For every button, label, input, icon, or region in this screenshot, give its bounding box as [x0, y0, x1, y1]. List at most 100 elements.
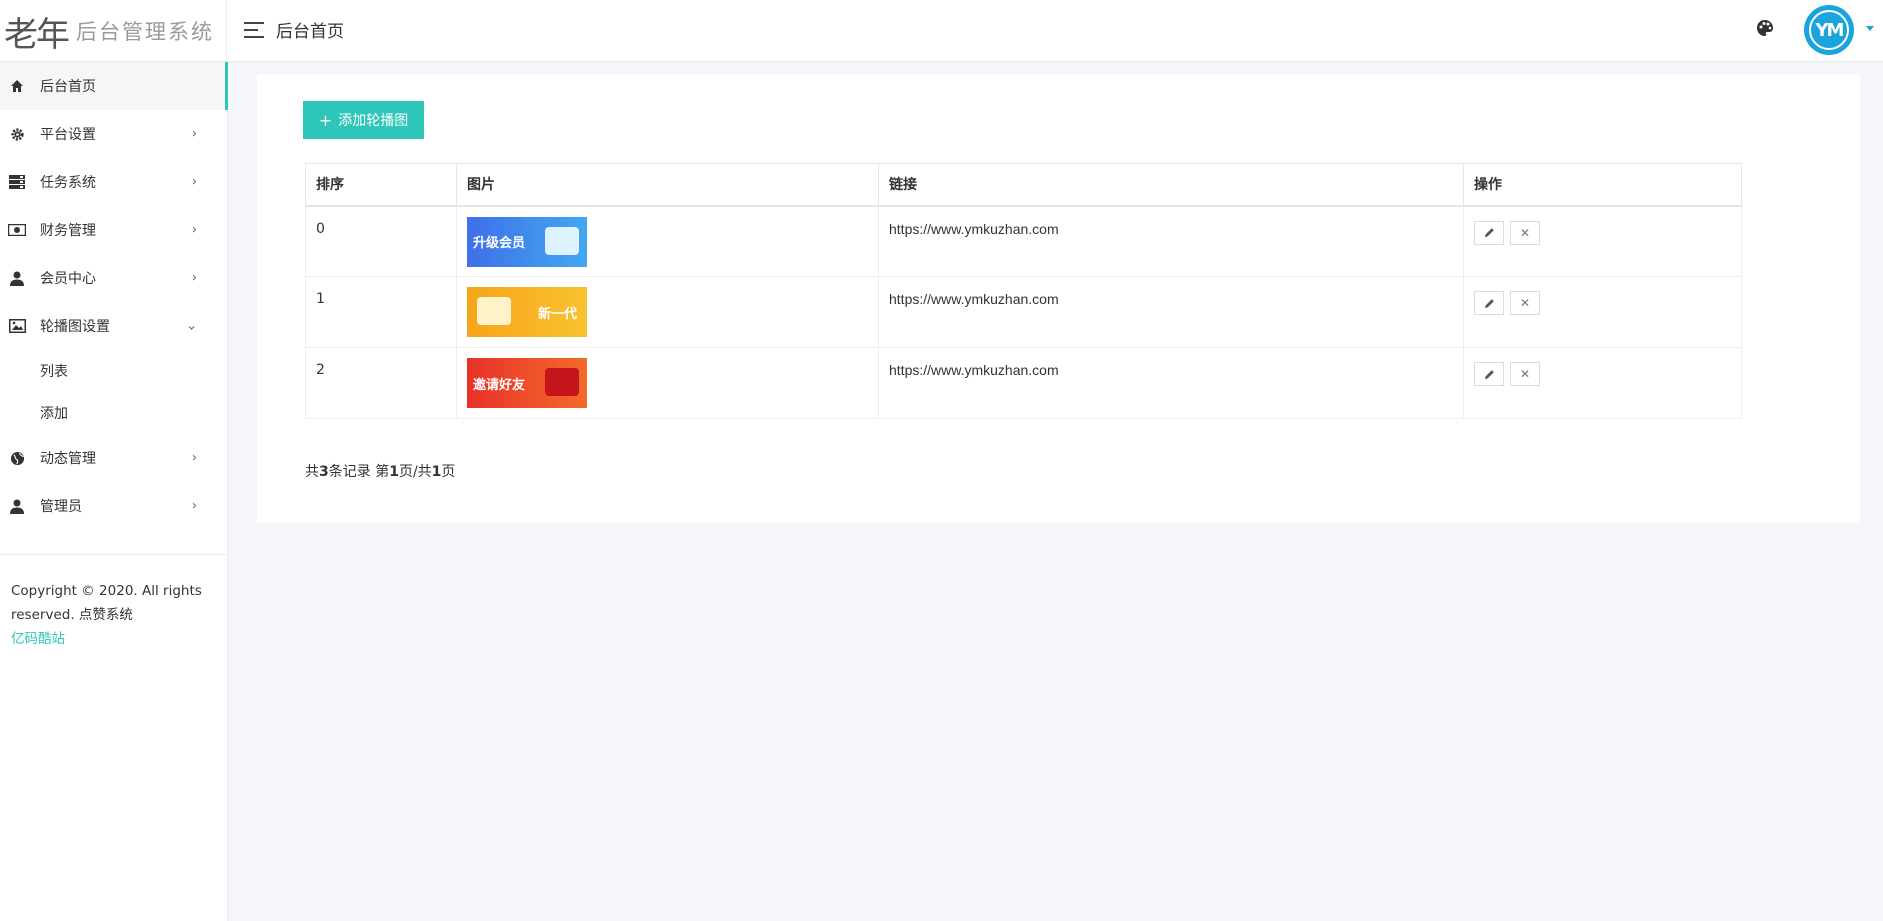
sidebar-subitem-add[interactable]: 添加	[0, 392, 227, 434]
cell-actions: ✕	[1463, 205, 1742, 277]
top-header: 老年 后台管理系统 后台首页 YM	[0, 0, 1883, 62]
chevron-right-icon: ›	[191, 270, 197, 286]
sidebar-item-label: 平台设置	[40, 127, 96, 143]
sidebar-item-label: 后台首页	[40, 79, 96, 95]
sidebar-item-feed-management[interactable]: 动态管理 ›	[0, 434, 227, 482]
logo[interactable]: 老年 后台管理系统	[0, 0, 227, 62]
chevron-right-icon: ›	[191, 222, 197, 238]
chevron-right-icon: ›	[191, 126, 197, 142]
home-icon	[8, 77, 26, 95]
pager-total: 3	[319, 464, 329, 480]
chevron-right-icon: ›	[191, 498, 197, 514]
content-card: + 添加轮播图 排序 图片 链接 操作 0 升级会员 https://www.y	[257, 75, 1860, 523]
table-header-row: 排序 图片 链接 操作	[305, 163, 1742, 207]
edit-button[interactable]	[1474, 362, 1504, 386]
sidebar-item-carousel-settings[interactable]: 轮播图设置 ⌄	[0, 302, 227, 350]
chevron-right-icon: ›	[191, 174, 197, 190]
pager-page: 1	[389, 464, 399, 480]
avatar-initials: YM	[1809, 10, 1849, 50]
cell-link: https://www.ymkuzhan.com	[878, 347, 1464, 419]
pager-pages: 1	[431, 464, 442, 480]
banner-thumbnail[interactable]: 升级会员	[467, 216, 587, 267]
sidebar: 后台首页 平台设置 › 任务系统 › 财务管理 › 会员中心 › 轮播图设置 ⌄	[0, 62, 228, 921]
table-row: 2 邀请好友 https://www.ymkuzhan.com ✕	[305, 347, 1742, 419]
add-carousel-button[interactable]: + 添加轮播图	[303, 101, 424, 139]
gear-icon	[8, 125, 26, 143]
footer-link[interactable]: 亿码酷站	[11, 627, 215, 651]
column-header-image: 图片	[456, 163, 879, 207]
image-icon	[8, 317, 26, 335]
delete-button[interactable]: ✕	[1510, 362, 1540, 386]
cell-order: 1	[305, 276, 457, 348]
cell-order: 0	[305, 205, 457, 277]
copyright: Copyright © 2020. All rights reserved. 点…	[0, 555, 227, 651]
copyright-text: Copyright © 2020. All rights reserved. 点…	[11, 583, 202, 623]
cell-actions: ✕	[1463, 347, 1742, 419]
menu-toggle-button[interactable]: 后台首页	[244, 17, 344, 42]
logo-text: 后台管理系统	[76, 20, 214, 44]
column-header-actions: 操作	[1463, 163, 1742, 207]
sidebar-item-label: 财务管理	[40, 223, 96, 239]
admin-user-icon	[8, 497, 26, 515]
pager-mid1: 条记录 第	[328, 464, 390, 480]
sidebar-subitem-list[interactable]: 列表	[0, 350, 227, 392]
banner-graphic	[545, 226, 579, 255]
edit-button[interactable]	[1474, 220, 1504, 245]
sidebar-item-label: 轮播图设置	[40, 319, 110, 335]
sidebar-item-label: 任务系统	[40, 175, 96, 191]
close-icon: ✕	[1519, 225, 1531, 240]
close-icon: ✕	[1519, 296, 1531, 310]
banner-text: 邀请好友	[473, 377, 526, 393]
banner-graphic	[545, 368, 579, 396]
banner-thumbnail[interactable]: 邀请好友	[467, 358, 587, 408]
close-icon: ✕	[1519, 367, 1531, 381]
palette-icon[interactable]	[1755, 18, 1775, 38]
column-header-link: 链接	[878, 163, 1464, 207]
delete-button[interactable]: ✕	[1510, 291, 1540, 315]
plus-icon: +	[318, 110, 333, 130]
sidebar-item-label: 动态管理	[40, 451, 96, 467]
sidebar-item-task-system[interactable]: 任务系统 ›	[0, 158, 227, 206]
sidebar-item-label: 管理员	[40, 499, 82, 515]
chevron-down-icon[interactable]	[1866, 26, 1874, 31]
page-title: 后台首页	[276, 22, 344, 42]
logo-mark: 老年	[4, 14, 70, 55]
column-header-order: 排序	[305, 163, 457, 207]
sidebar-item-dashboard[interactable]: 后台首页	[0, 62, 228, 110]
pager-prefix: 共	[305, 464, 319, 480]
sidebar-item-admin[interactable]: 管理员 ›	[0, 482, 227, 530]
sidebar-item-finance[interactable]: 财务管理 ›	[0, 206, 227, 254]
sidebar-item-member-center[interactable]: 会员中心 ›	[0, 254, 227, 302]
globe-icon	[8, 449, 26, 467]
pager-mid2: 页/共	[398, 464, 432, 480]
pencil-icon	[1484, 369, 1494, 379]
cell-actions: ✕	[1463, 276, 1742, 348]
table-row: 0 升级会员 https://www.ymkuzhan.com ✕	[305, 205, 1742, 277]
cell-image: 升级会员	[456, 205, 879, 277]
hamburger-icon	[244, 21, 264, 38]
cell-link: https://www.ymkuzhan.com	[878, 276, 1464, 348]
pagination-info: 共3条记录 第1页/共1页	[305, 461, 455, 481]
pencil-icon	[1484, 298, 1494, 308]
cell-link: https://www.ymkuzhan.com	[878, 205, 1464, 277]
server-icon	[8, 173, 26, 191]
cell-order: 2	[305, 347, 457, 419]
banner-graphic	[477, 297, 511, 325]
chevron-down-icon: ⌄	[186, 318, 197, 334]
banner-text: 新一代	[537, 306, 577, 322]
sidebar-item-platform-settings[interactable]: 平台设置 ›	[0, 110, 227, 158]
table-row: 1 新一代 https://www.ymkuzhan.com ✕	[305, 276, 1742, 348]
avatar[interactable]: YM	[1804, 5, 1854, 55]
user-icon	[8, 269, 26, 287]
pencil-icon	[1484, 228, 1494, 238]
sidebar-item-label: 会员中心	[40, 271, 96, 287]
cell-image: 邀请好友	[456, 347, 879, 419]
delete-button[interactable]: ✕	[1510, 220, 1540, 245]
carousel-table: 排序 图片 链接 操作 0 升级会员 https://www.ymkuzhan.…	[305, 163, 1742, 419]
banner-thumbnail[interactable]: 新一代	[467, 287, 587, 337]
money-icon	[8, 221, 26, 239]
edit-button[interactable]	[1474, 291, 1504, 315]
chevron-right-icon: ›	[191, 450, 197, 466]
pager-suffix: 页	[441, 464, 456, 480]
add-carousel-label: 添加轮播图	[338, 113, 409, 129]
